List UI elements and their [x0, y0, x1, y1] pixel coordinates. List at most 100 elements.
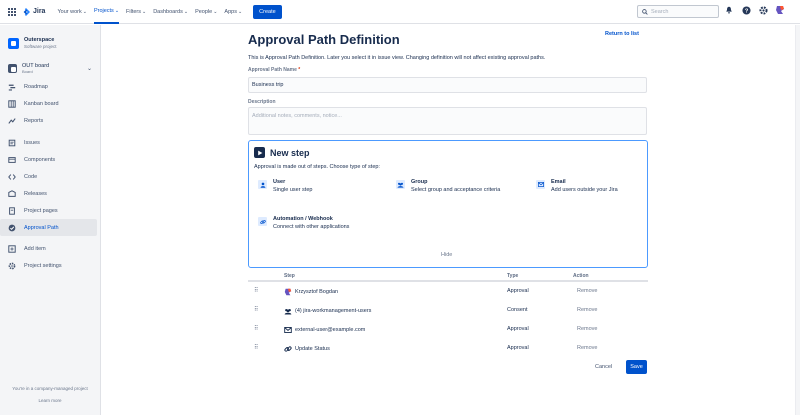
sidebar-footer: You're in a company-managed project Lear…	[0, 386, 100, 403]
required-marker: *	[298, 67, 301, 73]
project-avatar	[8, 37, 19, 49]
step-type: Approval	[507, 345, 529, 351]
learn-more-link[interactable]: Learn more	[0, 398, 100, 403]
remove-step-button[interactable]: Remove	[577, 307, 597, 313]
drag-handle-icon[interactable]: ⠿	[254, 287, 259, 294]
step-name: Krzysztof Bogdan	[295, 289, 339, 295]
nav-label: Your work	[57, 8, 82, 15]
reports-icon	[8, 117, 16, 125]
sidebar-item-approval-path[interactable]: Approval Path	[0, 219, 97, 236]
board-selector[interactable]: OUT board Board ⌄	[0, 49, 100, 74]
board-icon	[8, 64, 17, 73]
remove-step-button[interactable]: Remove	[577, 326, 597, 332]
cancel-button[interactable]: Cancel	[595, 364, 612, 370]
link-icon	[258, 217, 267, 226]
return-to-list-link[interactable]: Return to list	[605, 31, 639, 37]
sidebar-item-kanban-board[interactable]: Kanban board	[0, 95, 100, 112]
drag-handle-icon[interactable]: ⠿	[254, 325, 259, 332]
steps-table: Step Type Action ⠿ Krzysztof Bogdan Appr…	[248, 271, 648, 358]
nav-your-work[interactable]: Your work ⌄	[57, 0, 86, 24]
code-icon	[8, 173, 16, 181]
project-sidebar: Outerspace Software project OUT board Bo…	[0, 25, 101, 415]
step-type: Consent	[507, 307, 528, 313]
description-label: Description	[248, 99, 276, 105]
nav-dashboards[interactable]: Dashboards ⌄	[153, 0, 188, 24]
user-avatar-icon[interactable]	[775, 5, 785, 15]
column-header-type: Type	[507, 273, 519, 279]
step-option-email[interactable]: Email Add users outside your Jira	[536, 179, 646, 194]
sidebar-item-reports[interactable]: Reports	[0, 112, 100, 129]
hide-new-step-link[interactable]: Hide	[441, 252, 452, 258]
components-icon	[8, 156, 16, 164]
user-avatar-icon	[284, 288, 292, 296]
drag-handle-icon[interactable]: ⠿	[254, 306, 259, 313]
search-input[interactable]	[651, 8, 711, 15]
option-title: Group	[411, 179, 428, 185]
app-switcher-icon[interactable]	[8, 7, 16, 16]
sidebar-item-roadmap[interactable]: Roadmap	[0, 78, 100, 95]
notifications-icon[interactable]	[724, 5, 734, 15]
search-icon	[642, 8, 648, 15]
sidebar-item-label: Project settings	[24, 262, 62, 269]
nav-label: Dashboards	[153, 8, 183, 15]
project-header[interactable]: Outerspace Software project	[0, 25, 100, 49]
chevron-down-icon: ⌄	[142, 8, 147, 15]
settings-gear-icon[interactable]	[758, 5, 768, 15]
add-icon	[8, 244, 16, 253]
step-option-user[interactable]: User Single user step	[258, 179, 388, 194]
create-button[interactable]: Create	[253, 4, 282, 19]
step-name: Update Status	[295, 346, 330, 352]
step-name: (4) jira-workmanagement-users	[295, 308, 372, 314]
sidebar-item-add-item[interactable]: Add item	[0, 240, 100, 257]
jira-logo[interactable]: Jira	[22, 7, 46, 16]
board-icon	[8, 99, 16, 108]
sidebar-item-issues[interactable]: Issues	[0, 134, 100, 151]
play-icon	[254, 147, 265, 158]
save-button[interactable]: Save	[626, 360, 647, 374]
description-textarea[interactable]	[248, 107, 647, 135]
option-title: Automation / Webhook	[273, 216, 333, 222]
email-icon	[284, 326, 292, 334]
sidebar-item-components[interactable]: Components	[0, 151, 100, 168]
sidebar-item-label: Kanban board	[24, 100, 59, 107]
sidebar-item-project-settings[interactable]: Project settings	[0, 257, 100, 274]
nav-filters[interactable]: Filters ⌄	[126, 0, 146, 24]
option-title: Email	[551, 179, 566, 185]
nav-projects[interactable]: Projects ⌄	[93, 0, 120, 24]
step-cell: Krzysztof Bogdan	[284, 288, 338, 296]
sidebar-item-code[interactable]: Code	[0, 168, 100, 185]
group-icon	[396, 180, 405, 189]
roadmap-icon	[8, 83, 16, 91]
releases-icon	[8, 189, 16, 198]
issues-icon	[8, 139, 16, 147]
sidebar-item-releases[interactable]: Releases	[0, 185, 100, 202]
approval-path-name-input[interactable]	[248, 77, 647, 93]
sidebar-item-label: Approval Path	[24, 224, 59, 231]
sidebar-item-project-pages[interactable]: Project pages	[0, 202, 100, 219]
step-cell: external-user@example.com	[284, 326, 365, 334]
step-option-group[interactable]: Group Select group and acceptance criter…	[396, 179, 506, 194]
drag-handle-icon[interactable]: ⠿	[254, 344, 259, 351]
page-title: Approval Path Definition	[248, 32, 400, 47]
settings-icon	[8, 262, 16, 270]
top-right-icons: ?	[724, 5, 785, 15]
remove-step-button[interactable]: Remove	[577, 345, 597, 351]
sidebar-item-label: Releases	[24, 190, 47, 197]
step-type: Approval	[507, 326, 529, 332]
step-option-automation-webhook[interactable]: Automation / Webhook Connect with other …	[258, 216, 368, 231]
table-row: ⠿ Update Status Approval Remove	[248, 339, 648, 358]
email-icon	[536, 180, 545, 189]
page-scrollbar[interactable]	[795, 25, 800, 415]
sidebar-item-label: Issues	[24, 139, 40, 146]
nav-people[interactable]: People ⌄	[195, 0, 217, 24]
option-description: Connect with other applications	[273, 224, 350, 230]
search-box[interactable]	[637, 5, 719, 18]
nav-apps[interactable]: Apps ⌄	[224, 0, 242, 24]
group-icon	[284, 307, 292, 315]
user-icon	[258, 180, 267, 189]
help-icon[interactable]: ?	[741, 5, 751, 15]
project-name: Outerspace	[24, 37, 55, 43]
name-label-text: Approval Path Name	[248, 67, 297, 73]
logo-text: Jira	[33, 8, 46, 15]
remove-step-button[interactable]: Remove	[577, 288, 597, 294]
